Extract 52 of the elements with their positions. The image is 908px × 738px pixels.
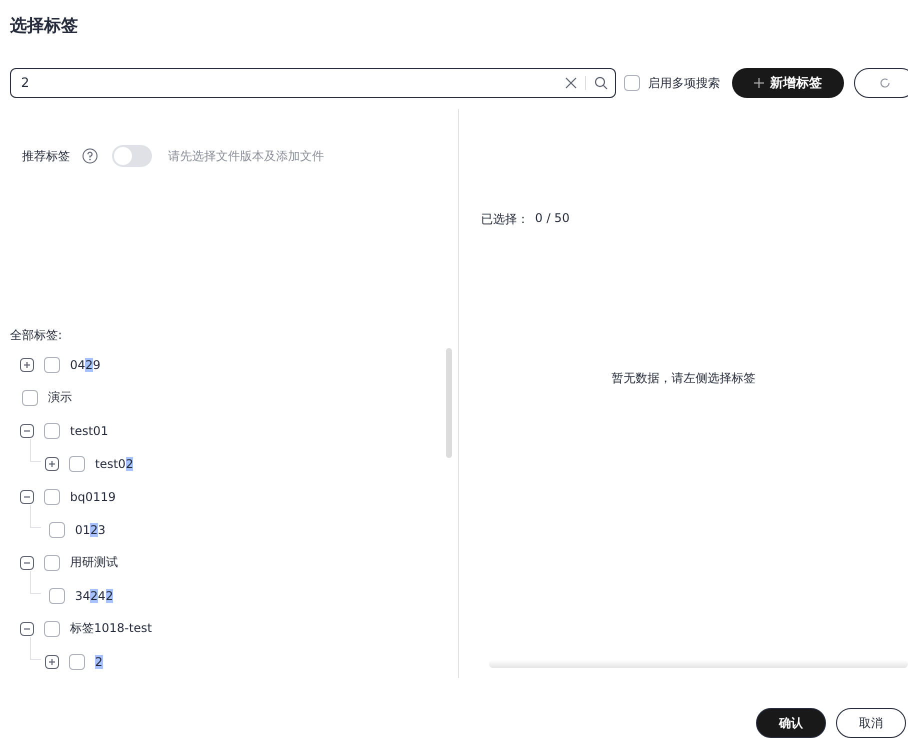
help-icon[interactable] [82,148,98,164]
close-icon[interactable] [565,77,577,89]
empty-message: 暂无数据，请左侧选择标签 [610,370,756,387]
recommend-tags-label: 推荐标签 [22,148,70,164]
tag-label[interactable]: 0123 [75,522,106,536]
dialog-title: 选择标签 [10,15,78,38]
recommend-toggle[interactable] [112,145,152,167]
scrollbar[interactable] [446,348,452,458]
expand-icon[interactable] [20,358,34,372]
tree-connector-line [30,571,41,594]
confirm-button[interactable]: 确认 [756,708,826,738]
tag-checkbox[interactable] [22,390,38,406]
tag-label[interactable]: 标签1018-test [70,620,152,637]
tag-checkbox[interactable] [69,456,85,472]
tag-label[interactable]: 演示 [48,389,72,406]
tag-checkbox[interactable] [44,620,60,636]
recommend-hint: 请先选择文件版本及添加文件 [168,148,324,164]
collapse-icon[interactable] [20,556,34,570]
tree-connector-line [30,637,41,660]
search-field[interactable]: 2 [10,68,616,98]
tag-checkbox[interactable] [44,554,60,570]
collapse-icon[interactable] [20,490,34,504]
tag-label[interactable]: 34242 [75,588,114,602]
tag-checkbox[interactable] [44,488,60,504]
collapse-icon[interactable] [20,424,34,438]
tag-label[interactable]: 用研测试 [70,554,118,571]
tag-label[interactable]: 0429 [70,358,101,372]
search-icon[interactable] [594,76,608,90]
expand-icon[interactable] [45,654,59,668]
collapse-icon[interactable] [20,622,34,636]
tag-label[interactable]: 2 [95,654,103,668]
refresh-button[interactable] [854,68,908,98]
refresh-icon [879,77,891,89]
tag-checkbox[interactable] [49,522,65,538]
multi-search-checkbox[interactable] [624,75,640,91]
selected-label: 已选择： [481,211,529,228]
tag-checkbox[interactable] [49,588,65,604]
add-tag-button[interactable]: 新增标签 [732,68,844,98]
multi-search-label: 启用多项搜索 [648,74,720,92]
tag-checkbox[interactable] [44,356,60,372]
plus-icon [754,78,764,88]
cancel-button[interactable]: 取消 [836,708,906,738]
tag-checkbox[interactable] [69,654,85,670]
tag-label[interactable]: bq0119 [70,490,116,504]
tag-checkbox[interactable] [44,422,60,438]
expand-icon[interactable] [45,456,59,470]
tag-label[interactable]: test02 [95,456,134,470]
selected-count: 0 / 50 [535,211,570,227]
tag-label[interactable]: test01 [70,424,108,438]
all-tags-label: 全部标签: [10,327,62,344]
tree-connector-line [30,505,41,528]
tree-connector-line [30,439,41,462]
